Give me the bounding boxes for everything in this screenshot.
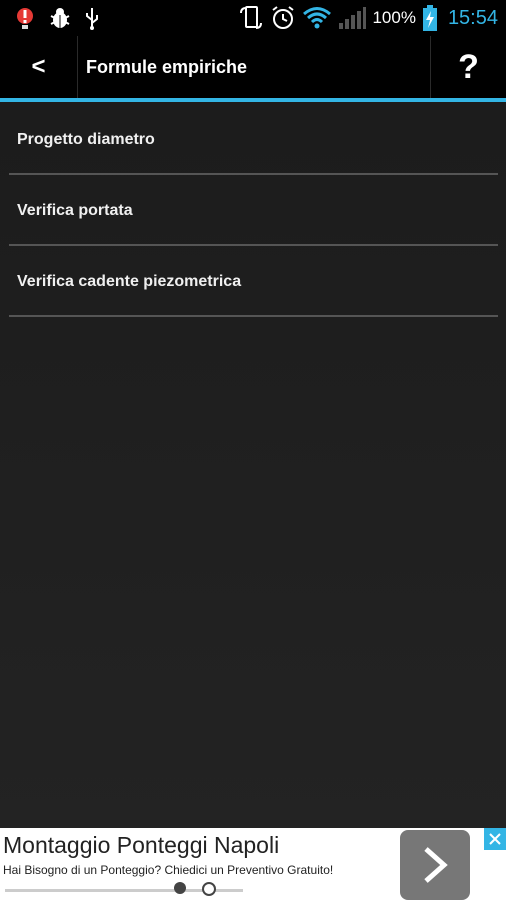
list-item-progetto-diametro[interactable]: Progetto diametro <box>9 104 498 175</box>
list-item-label: Verifica portata <box>17 202 133 219</box>
ad-open-button[interactable] <box>400 830 470 900</box>
list-item-label: Verifica cadente piezometrica <box>17 273 242 290</box>
list-item-verifica-cadente-piezometrica[interactable]: Verifica cadente piezometrica <box>9 246 498 317</box>
divider <box>9 315 498 317</box>
debug-bug-icon <box>50 8 70 28</box>
battery-charging-icon <box>422 5 437 31</box>
status-bar: 100% 15:54 <box>0 0 506 36</box>
page-indicator-dot-active <box>174 882 186 894</box>
wifi-icon <box>303 7 332 29</box>
page-indicator-dot <box>202 882 216 896</box>
clock-time: 15:54 <box>447 6 498 29</box>
rotation-lock-icon <box>240 6 263 29</box>
usb-icon <box>86 8 98 30</box>
ad-title[interactable]: Montaggio Ponteggi Napoli <box>3 832 279 859</box>
page-title: Formule empiriche <box>86 57 248 77</box>
alarm-clock-icon <box>272 6 295 29</box>
status-bar-right: 100% 15:54 <box>238 4 498 32</box>
ad-banner[interactable]: Montaggio Ponteggi Napoli Hai Bisogno di… <box>0 828 506 900</box>
list-item-label: Progetto diametro <box>17 131 155 148</box>
ad-close-button[interactable] <box>484 828 506 850</box>
list-item-verifica-portata[interactable]: Verifica portata <box>9 175 498 246</box>
signal-bars-icon <box>339 7 367 29</box>
close-icon <box>489 833 501 845</box>
ad-subtitle[interactable]: Hai Bisogno di un Ponteggio? Chiedici un… <box>3 863 333 877</box>
menu-list: Progetto diametro Verifica portata Verif… <box>0 102 506 828</box>
back-button[interactable]: < <box>0 36 77 98</box>
divider <box>77 36 78 98</box>
notification-alert-icon <box>17 8 33 29</box>
help-button[interactable]: ? <box>431 36 506 98</box>
chevron-right-icon <box>424 847 448 883</box>
status-bar-left <box>14 6 100 30</box>
battery-percent: 100% <box>372 8 416 27</box>
action-bar: < Formule empiriche ? <box>0 36 506 98</box>
